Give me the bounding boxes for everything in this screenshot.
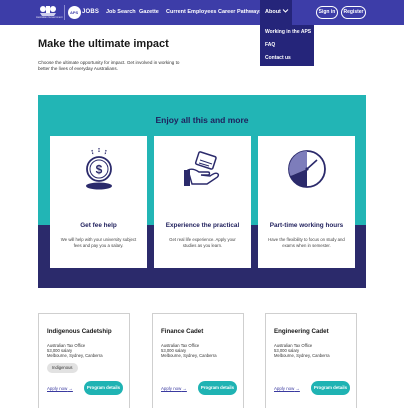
program-title: Indigenous Cadetship (47, 328, 112, 335)
nav-divider (64, 5, 65, 20)
apply-now-link[interactable]: Apply now → (274, 386, 300, 391)
nav-link-job-search[interactable]: Job Search (106, 9, 136, 15)
apply-now-label: Apply now (274, 386, 295, 391)
program-card-indigenous-cadetship: Indigenous Cadetship Australian Tax Offi… (38, 313, 130, 408)
program-location: Melbourne, Sydney, Canberra (274, 353, 330, 358)
crest-caption: Australian Government (36, 16, 63, 19)
program-details-button[interactable]: Program details (311, 381, 350, 395)
hand-holding-card-icon (184, 151, 220, 186)
nav-about-toggle[interactable]: About (260, 0, 292, 25)
aps-jobs-logo[interactable]: APS JOBS (68, 6, 100, 19)
dropdown-item-contact-us[interactable]: Contact us (265, 55, 291, 61)
apply-now-link[interactable]: Apply now → (161, 386, 187, 391)
arrow-right-icon: → (295, 386, 300, 391)
apply-now-link[interactable]: Apply now → (47, 386, 73, 391)
benefit-card-title: Experience the practical (165, 222, 240, 229)
clock-icon (288, 150, 326, 188)
nav-link-current-employees[interactable]: Current Employees (166, 9, 216, 15)
benefit-card-title: Get fee help (80, 222, 117, 229)
register-button[interactable]: Register (341, 6, 366, 19)
about-dropdown-menu: Working in the APS FAQ Contact us (260, 25, 314, 66)
top-nav: Australian Government APS JOBS Job Searc… (0, 0, 404, 25)
sign-in-button[interactable]: Sign in (316, 6, 338, 19)
apply-now-label: Apply now (47, 386, 68, 391)
dollar-coin-icon: $ (86, 148, 112, 190)
benefit-card-text: Have the flexibility to focus on study a… (268, 237, 345, 248)
svg-text:$: $ (96, 163, 103, 177)
apply-now-label: Apply now (161, 386, 182, 391)
arrow-right-icon: → (182, 386, 187, 391)
benefit-card-title: Part-time working hours (269, 222, 344, 229)
dropdown-item-faq[interactable]: FAQ (265, 42, 275, 48)
dropdown-item-working-in-aps[interactable]: Working in the APS (265, 29, 311, 35)
nav-link-gazette[interactable]: Gazette (139, 9, 159, 15)
nav-link-career-pathways[interactable]: Career Pathways (218, 9, 262, 15)
program-location: Melbourne, Sydney, Canberra (161, 353, 217, 358)
program-details-button[interactable]: Program details (84, 381, 123, 395)
page-title: Make the ultimate impact (38, 38, 169, 50)
program-title: Finance Cadet (161, 328, 204, 335)
benefit-card-text: We will help with your university subjec… (60, 237, 137, 248)
intro-text: Choose the ultimate opportunity for impa… (38, 60, 180, 71)
logo-aps-text: APS (70, 10, 79, 15)
benefit-card-fee-help: $ Get fee help We will help with your un… (50, 136, 147, 268)
logo-jobs-text: JOBS (82, 9, 100, 15)
program-details-button[interactable]: Program details (198, 381, 237, 395)
arrow-right-icon: → (68, 386, 73, 391)
program-tag: Indigenous (47, 363, 78, 373)
benefit-card-practical: Experience the practical Get real life e… (154, 136, 251, 268)
program-title: Engineering Cadet (274, 328, 329, 335)
benefit-card-part-time: Part-time working hours Have the flexibi… (258, 136, 355, 268)
chevron-down-icon (282, 9, 289, 13)
program-card-engineering-cadet: Engineering Cadet Australian Tax Office … (265, 313, 357, 408)
benefit-card-text: Get real life experience. Apply your stu… (169, 237, 236, 248)
program-location: Melbourne, Sydney, Canberra (47, 353, 103, 358)
benefits-title: Enjoy all this and more (155, 115, 249, 125)
nav-about-label: About (265, 9, 281, 15)
program-card-finance-cadet: Finance Cadet Australian Tax Office 53,0… (152, 313, 244, 408)
